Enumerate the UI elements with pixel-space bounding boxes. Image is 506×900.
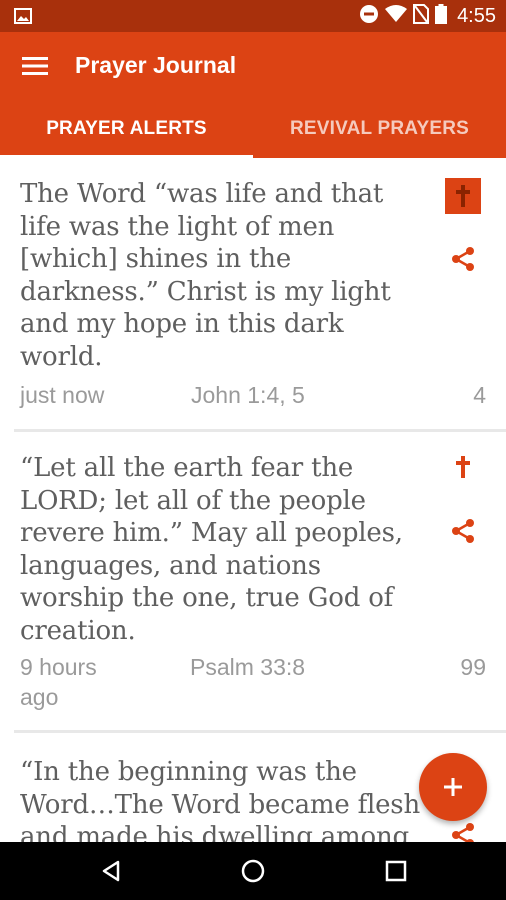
back-icon[interactable] [96, 856, 126, 886]
prayer-card[interactable]: “Let all the earth fear the LORD; let al… [0, 432, 506, 734]
do-not-disturb-icon [359, 4, 379, 29]
cross-icon [456, 185, 470, 207]
cross-button[interactable] [445, 178, 481, 214]
tab-revival-prayers[interactable]: REVIVAL PRAYERS [253, 100, 506, 158]
app-bar: Prayer Journal [0, 32, 506, 100]
plus-icon [444, 778, 462, 796]
navigation-bar [0, 842, 506, 900]
verse-reference: Psalm 33:8 [190, 654, 306, 680]
hamburger-menu-icon[interactable] [20, 52, 50, 80]
timestamp: 9 hours ago [20, 654, 97, 710]
share-icon[interactable] [450, 518, 476, 544]
prayer-text: “Let all the earth fear the LORD; let al… [20, 453, 403, 646]
timestamp: just now [20, 382, 105, 408]
no-sim-icon [413, 3, 430, 29]
wifi-icon [385, 4, 408, 28]
prayer-count: 99 [460, 654, 486, 680]
prayer-count: 4 [473, 382, 486, 408]
prayer-list[interactable]: The Word “was life and that life was the… [0, 158, 506, 842]
add-prayer-button[interactable] [419, 753, 487, 821]
share-icon[interactable] [450, 822, 476, 842]
prayer-text: “In the beginning was the Word…The Word … [20, 757, 420, 842]
cross-button[interactable] [452, 454, 474, 480]
home-icon[interactable] [238, 856, 268, 886]
app-title: Prayer Journal [75, 52, 237, 78]
status-bar: 4:55 [0, 0, 506, 32]
verse-reference: John 1:4, 5 [191, 382, 305, 408]
battery-icon [435, 3, 448, 29]
recents-icon[interactable] [381, 856, 411, 886]
cross-icon [456, 456, 470, 478]
clock: 4:55 [457, 4, 496, 27]
divider [14, 730, 506, 733]
prayer-text: The Word “was life and that life was the… [20, 179, 391, 372]
prayer-card[interactable]: The Word “was life and that life was the… [0, 158, 506, 432]
tab-bar: PRAYER ALERTS REVIVAL PRAYERS [0, 100, 506, 158]
tab-prayer-alerts[interactable]: PRAYER ALERTS [0, 100, 253, 158]
image-icon [14, 8, 32, 29]
share-icon[interactable] [450, 246, 476, 272]
